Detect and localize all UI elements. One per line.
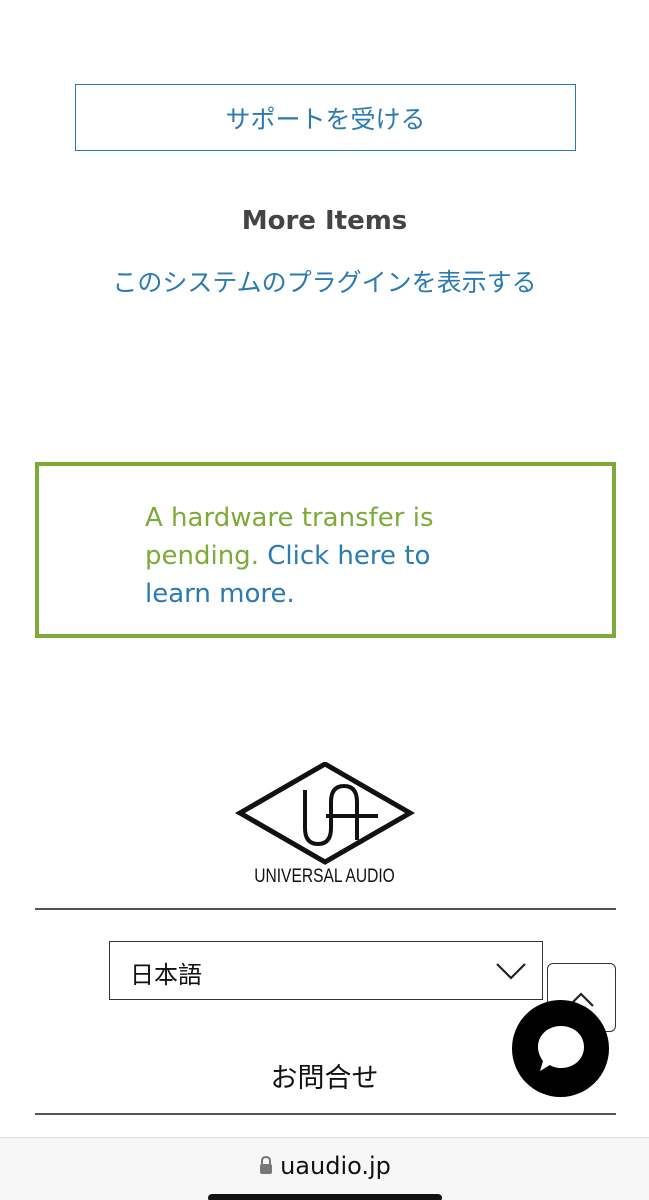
chat-bubble-icon xyxy=(538,1026,584,1071)
language-selected-value: 日本語 xyxy=(130,961,202,989)
view-plugins-link[interactable]: このシステムのプラグインを表示する xyxy=(0,263,649,299)
chevron-down-icon xyxy=(496,963,526,980)
home-indicator xyxy=(208,1194,442,1200)
more-items-heading: More Items xyxy=(241,206,408,236)
browser-address-bar[interactable]: uaudio.jp xyxy=(0,1137,649,1200)
notice-message: A hardware transfer is pending. Click he… xyxy=(145,499,495,613)
url-display[interactable]: uaudio.jp xyxy=(0,1152,649,1180)
lock-icon xyxy=(260,1155,273,1174)
language-select[interactable]: 日本語 xyxy=(109,941,543,1000)
universal-audio-wordmark: UNIVERSAL AUDIO xyxy=(254,866,395,887)
page: サポートを受ける More Items このシステムのプラグインを表示する A … xyxy=(0,0,649,1200)
url-text: uaudio.jp xyxy=(280,1152,391,1180)
get-support-button[interactable]: サポートを受ける xyxy=(75,84,576,151)
chat-button[interactable] xyxy=(512,1000,609,1097)
get-support-label: サポートを受ける xyxy=(225,104,426,134)
footer-divider-top xyxy=(35,908,616,910)
hardware-transfer-notice: A hardware transfer is pending. Click he… xyxy=(35,462,616,638)
footer-divider-bottom xyxy=(35,1113,616,1115)
